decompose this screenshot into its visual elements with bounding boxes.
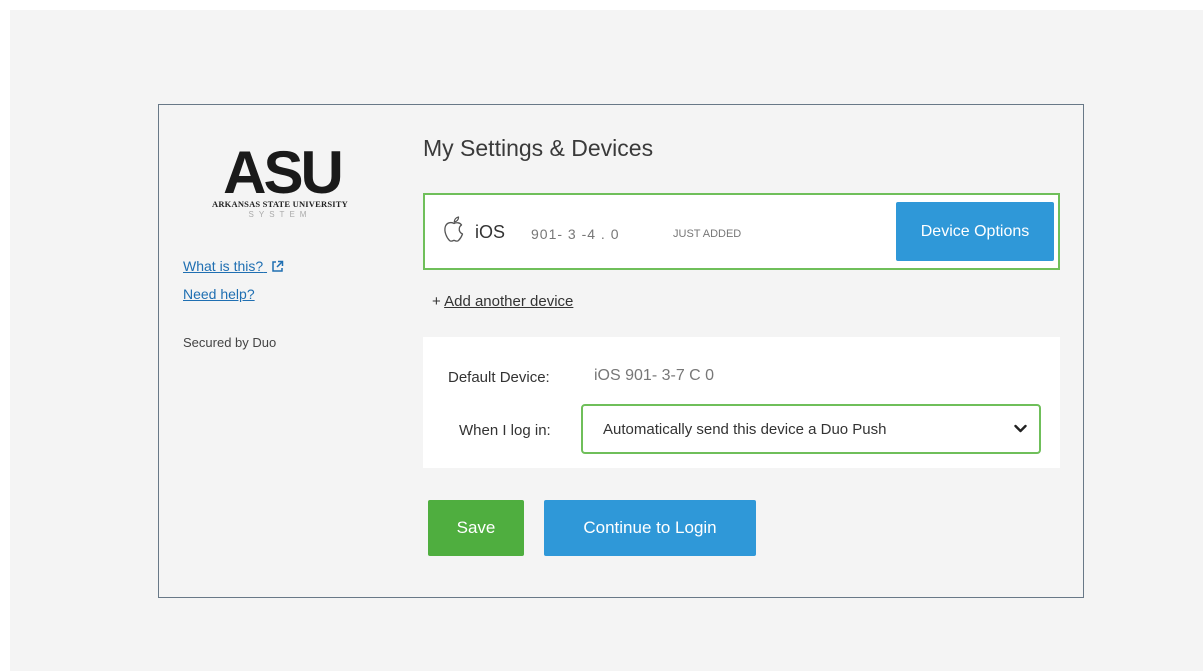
device-number: 901- 3 -4 . 0	[531, 226, 620, 242]
continue-to-login-button[interactable]: Continue to Login	[544, 500, 756, 556]
add-another-device-link[interactable]: + Add another device	[432, 293, 573, 310]
what-is-this-label: What is this?	[183, 258, 264, 274]
when-login-select[interactable]: Automatically send this device a Duo Pus…	[581, 404, 1041, 454]
what-is-this-link[interactable]: What is this?	[183, 258, 284, 274]
logo-system-text: SYSTEM	[248, 210, 312, 219]
when-login-label: When I log in:	[459, 422, 551, 439]
device-options-button[interactable]: Device Options	[896, 202, 1054, 261]
default-device-value: iOS 901- 3-7 C 0	[594, 367, 715, 384]
when-login-selected-value: Automatically send this device a Duo Pus…	[603, 421, 887, 438]
save-button[interactable]: Save	[428, 500, 524, 556]
svg-text:ASU: ASU	[223, 143, 341, 199]
asu-logo: ASU ARKANSAS STATE UNIVERSITY SYSTEM	[196, 143, 364, 225]
secured-by-duo: Secured by Duo	[183, 335, 277, 350]
just-added-badge: JUST ADDED	[673, 228, 742, 240]
apple-icon	[444, 216, 464, 242]
chevron-down-icon	[1014, 424, 1027, 433]
default-device-panel: Default Device: iOS 901- 3-7 C 0 When I …	[423, 337, 1060, 468]
add-device-label: Add another device	[444, 293, 574, 310]
default-device-label: Default Device:	[448, 369, 550, 386]
need-help-link[interactable]: Need help?	[183, 286, 255, 302]
device-os-label: iOS	[475, 222, 506, 242]
asu-logo-mark: ASU	[223, 143, 344, 199]
add-device-plus: +	[432, 293, 441, 310]
external-link-icon	[272, 260, 284, 272]
logo-university-name: ARKANSAS STATE UNIVERSITY	[212, 199, 348, 209]
page-title: My Settings & Devices	[423, 135, 654, 161]
device-row: iOS 901- 3 -4 . 0 JUST ADDED Device Opti…	[423, 193, 1060, 270]
